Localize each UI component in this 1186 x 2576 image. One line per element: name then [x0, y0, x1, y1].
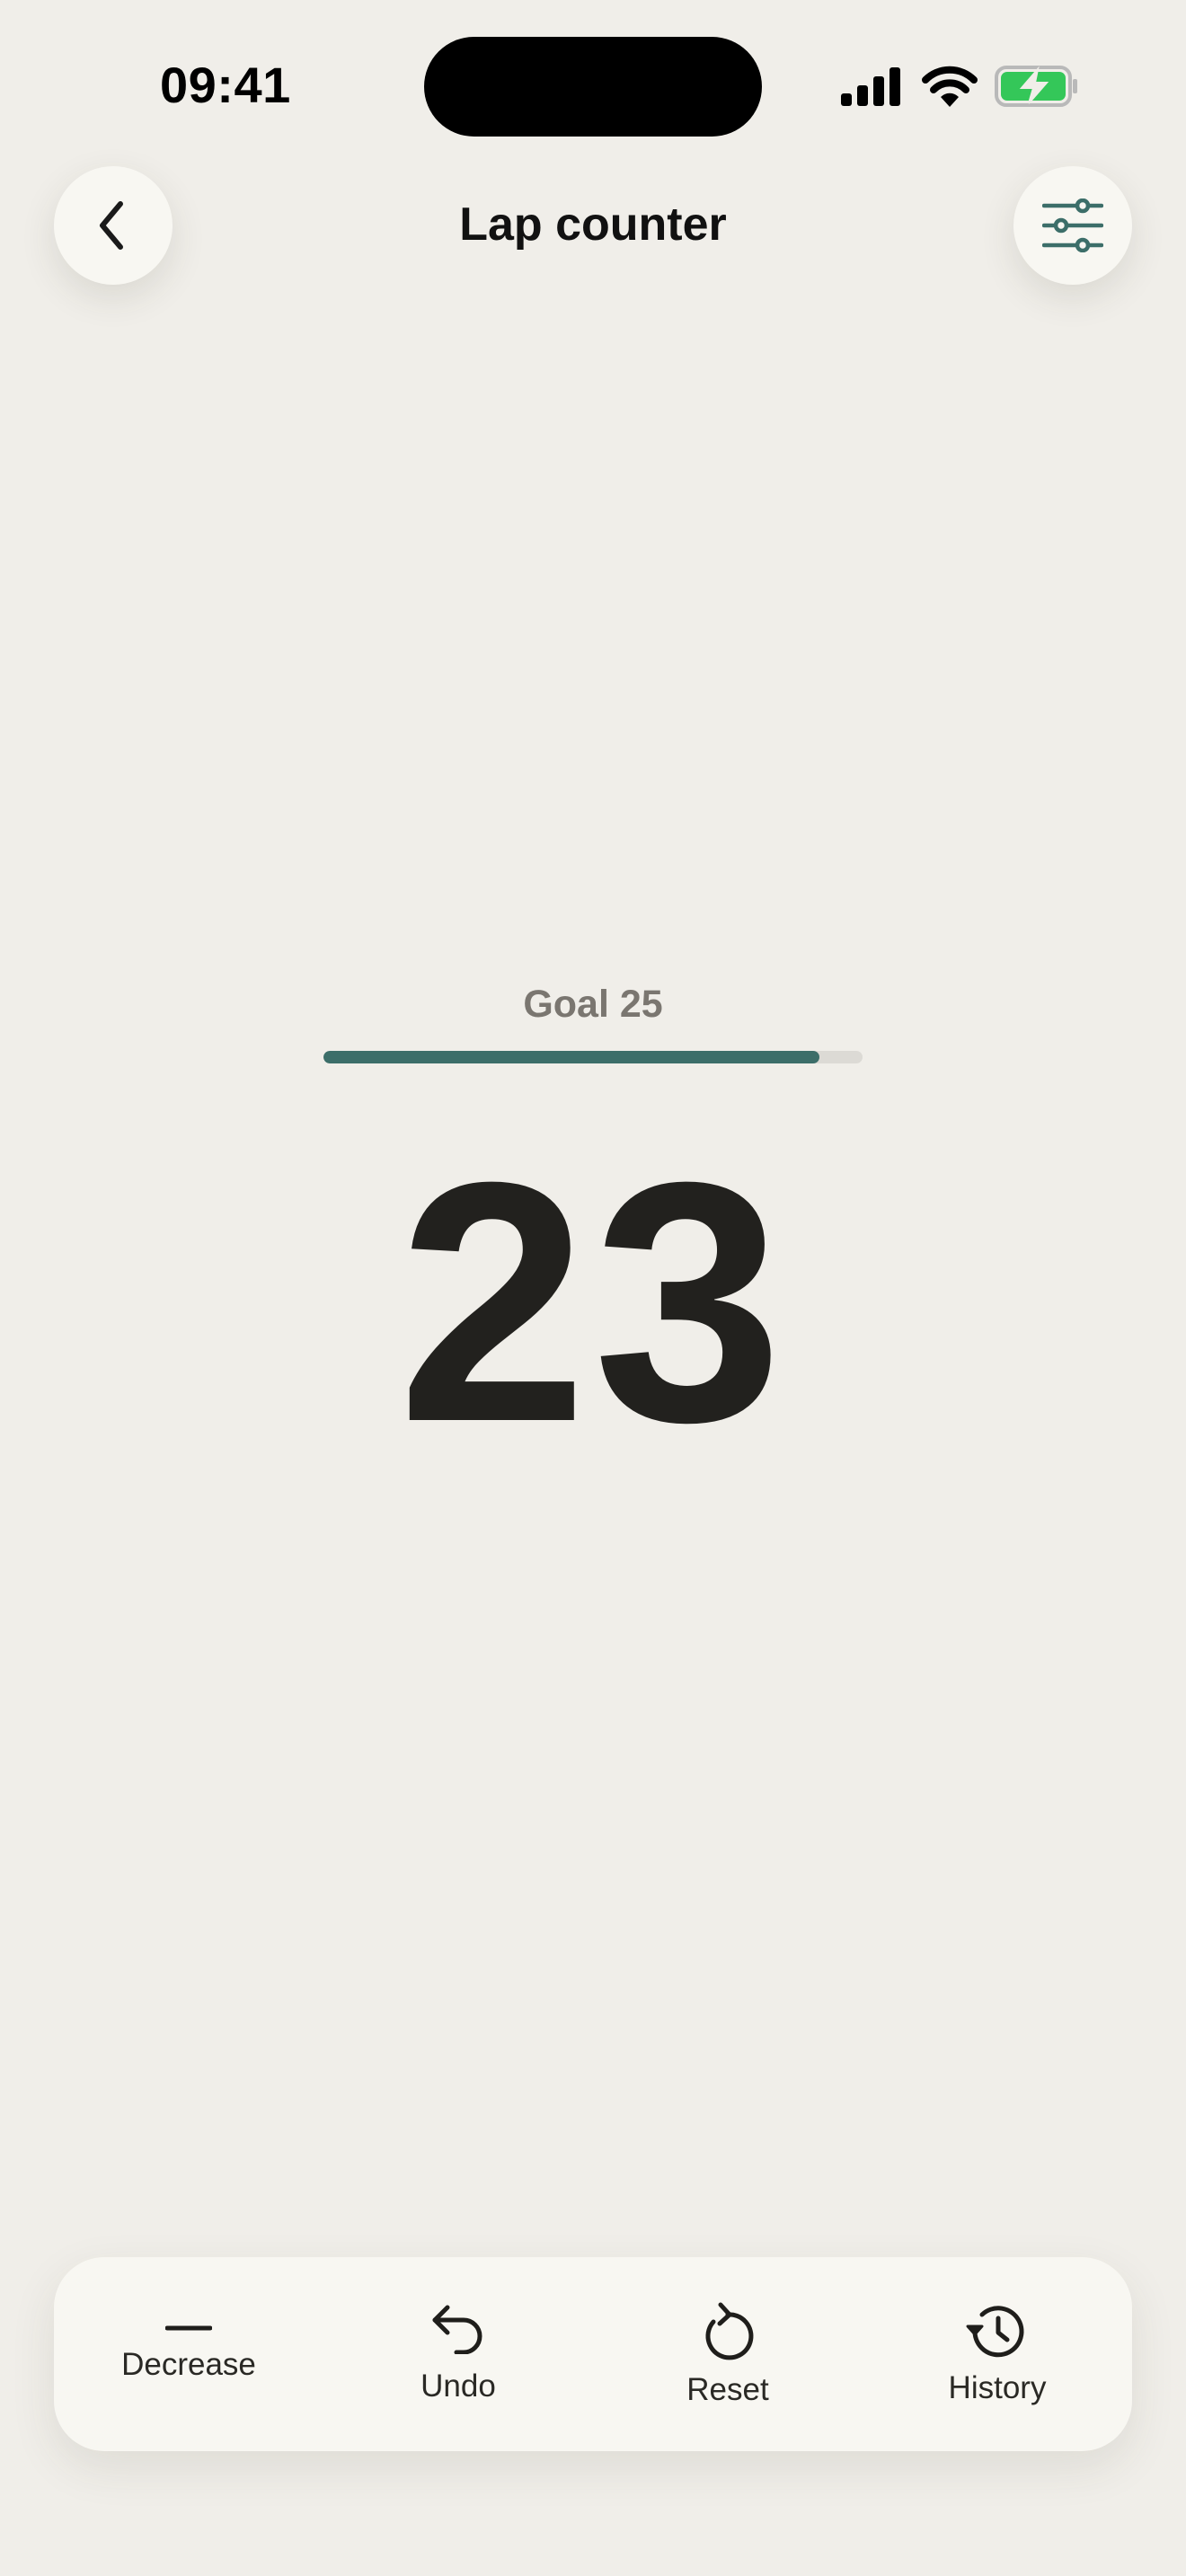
- status-icons: [840, 63, 1079, 110]
- history-label: History: [948, 2370, 1047, 2405]
- action-bar: Decrease Undo Reset History: [54, 2257, 1132, 2451]
- dynamic-island: [424, 37, 762, 137]
- cellular-signal-icon: [841, 67, 900, 106]
- lap-count[interactable]: 23: [0, 1132, 1186, 1473]
- sliders-icon: [1042, 198, 1103, 252]
- undo-button[interactable]: Undo: [323, 2257, 593, 2451]
- decrease-label: Decrease: [121, 2347, 256, 2382]
- decrease-button[interactable]: Decrease: [54, 2257, 323, 2451]
- wifi-icon: [922, 66, 978, 107]
- status-time: 09:41: [160, 57, 291, 113]
- history-button[interactable]: History: [863, 2257, 1132, 2451]
- goal-progress-fill: [323, 1051, 819, 1063]
- history-icon: [966, 2306, 1024, 2358]
- page-title: Lap counter: [459, 198, 727, 251]
- reset-icon: [705, 2302, 754, 2360]
- minus-icon: [165, 2325, 212, 2331]
- battery-charging-icon: [995, 66, 1077, 107]
- reset-button[interactable]: Reset: [593, 2257, 863, 2451]
- reset-label: Reset: [686, 2372, 769, 2407]
- undo-label: Undo: [420, 2369, 496, 2404]
- settings-button[interactable]: [1013, 166, 1132, 285]
- undo-icon: [432, 2305, 482, 2354]
- goal-label: Goal 25: [523, 983, 663, 1026]
- goal-progress-bar: [323, 1051, 863, 1063]
